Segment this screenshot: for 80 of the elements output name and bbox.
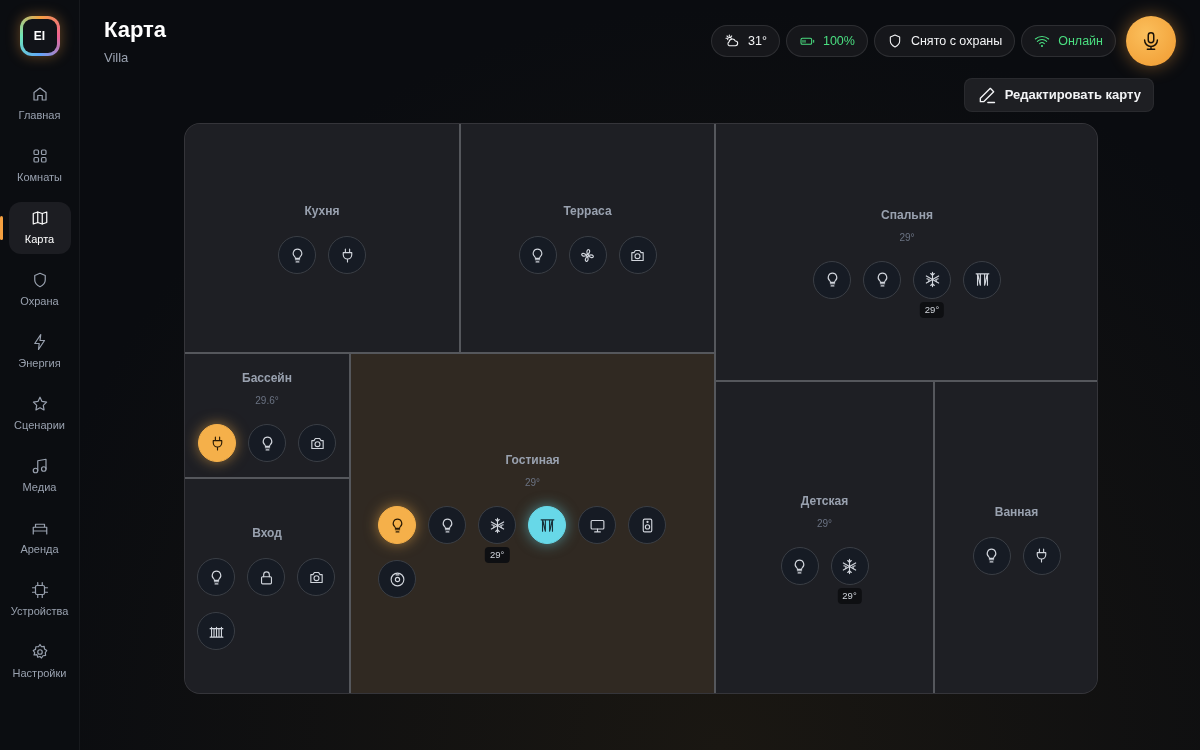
- device-button[interactable]: [378, 560, 417, 598]
- fan-icon: [579, 246, 596, 264]
- device-button[interactable]: [378, 506, 417, 544]
- device-button[interactable]: [297, 558, 336, 596]
- status-pill: Онлайн: [1021, 25, 1116, 57]
- device-button[interactable]: [328, 236, 366, 274]
- star-icon: [30, 394, 49, 413]
- page-subtitle: Villa: [104, 49, 130, 67]
- room-temperature: 29°: [524, 476, 541, 490]
- curtain-icon: [973, 271, 991, 288]
- room-area[interactable]: Гостиная 29° 29°: [349, 352, 714, 693]
- device-button[interactable]: [618, 236, 657, 274]
- nav-item[interactable]: Охрана: [8, 264, 71, 316]
- nav-item[interactable]: Сценарии: [8, 388, 71, 440]
- device-button[interactable]: [197, 558, 236, 596]
- nav-item[interactable]: Главная: [8, 78, 71, 130]
- device-button[interactable]: [780, 547, 819, 585]
- status-pill: 100%: [785, 25, 868, 57]
- music-note-icon: [30, 456, 49, 475]
- device-button[interactable]: [248, 424, 286, 462]
- grid-icon: [30, 146, 49, 165]
- room-temperature: 29.6°: [255, 394, 279, 408]
- device-button[interactable]: [628, 506, 667, 544]
- room-temperature: 29°: [899, 230, 915, 245]
- active-indicator: [0, 216, 3, 240]
- room-name: Бассейн: [242, 370, 292, 387]
- chip-icon: [30, 580, 49, 599]
- room-name: Ванная: [994, 503, 1039, 521]
- room-name: Детская: [800, 493, 849, 510]
- room-name: Спальня: [881, 206, 933, 224]
- device-button[interactable]: [830, 547, 869, 585]
- room-name: Гостиная: [505, 452, 560, 469]
- device-button[interactable]: [428, 506, 467, 544]
- status-pill: Снято с охраны: [873, 25, 1016, 57]
- room-area[interactable]: Детская 29° 29°: [714, 380, 933, 693]
- device-button[interactable]: [813, 260, 851, 299]
- device-button[interactable]: [298, 424, 336, 462]
- room-area[interactable]: Вход: [185, 477, 349, 693]
- settings-icon: [30, 642, 49, 661]
- device-button[interactable]: [913, 260, 951, 299]
- room-area[interactable]: Ванная: [933, 380, 1097, 693]
- nav-item[interactable]: Медиа: [8, 450, 71, 502]
- snowflake-icon: [841, 557, 858, 575]
- snowflake-icon: [923, 271, 941, 288]
- snowflake-icon: [488, 516, 506, 534]
- device-button[interactable]: [568, 236, 607, 274]
- room-name: Терраса: [563, 203, 612, 220]
- sun-cloud-icon: [724, 33, 741, 49]
- device-button[interactable]: [963, 260, 1001, 299]
- curtain-icon: [538, 516, 556, 534]
- device-button[interactable]: [478, 506, 517, 544]
- room-area[interactable]: Спальня 29° 29°: [714, 124, 1097, 380]
- wifi-icon: [1034, 33, 1051, 49]
- map-icon: [30, 208, 49, 227]
- device-button[interactable]: [198, 424, 236, 462]
- device-button[interactable]: [197, 612, 236, 650]
- device-button[interactable]: [247, 558, 286, 596]
- room-name: Кухня: [304, 203, 340, 220]
- reading-badge: 29°: [837, 588, 862, 605]
- room-name: Вход: [252, 525, 282, 542]
- device-button[interactable]: [278, 236, 316, 274]
- nav-item[interactable]: Комнаты: [8, 140, 71, 192]
- edit-map-button[interactable]: Редактировать карту: [963, 78, 1154, 112]
- nav-item[interactable]: Аренда: [8, 512, 71, 564]
- device-button[interactable]: [1022, 536, 1061, 575]
- device-button[interactable]: [518, 236, 557, 274]
- page-title: Карта: [104, 16, 167, 44]
- microphone-button[interactable]: [1126, 16, 1176, 66]
- status-pill: 31°: [711, 25, 780, 57]
- nav-item[interactable]: Энергия: [8, 326, 71, 378]
- app-logo: EI: [19, 16, 60, 56]
- device-button[interactable]: [972, 536, 1011, 575]
- device-button[interactable]: [578, 506, 617, 544]
- device-button[interactable]: [863, 260, 901, 299]
- reading-badge: 29°: [485, 547, 510, 564]
- nav-item[interactable]: Устройства: [8, 574, 71, 626]
- robot-vacuum-icon: [388, 570, 406, 588]
- nav-item[interactable]: Настройки: [8, 636, 71, 688]
- reading-badge: 29°: [919, 301, 945, 318]
- room-temperature: 29°: [816, 517, 833, 531]
